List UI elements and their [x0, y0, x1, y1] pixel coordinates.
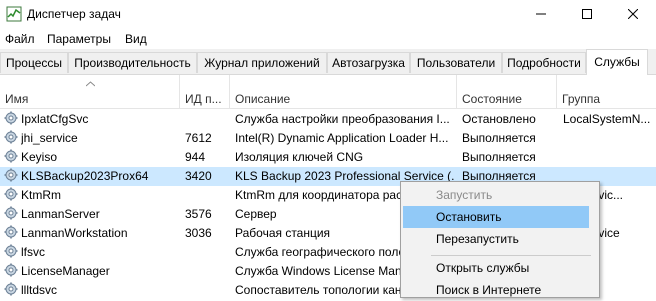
column-header-description[interactable]: Описание [230, 75, 457, 108]
service-pid: 3036 [185, 226, 212, 240]
service-pid: 3576 [185, 207, 212, 221]
maximize-button[interactable] [564, 0, 610, 28]
maximize-icon [582, 9, 592, 19]
window-title: Диспетчер задач [27, 7, 121, 21]
tab-strip: Процессы Производительность Журнал прило… [0, 49, 656, 75]
tab-details[interactable]: Подробности [502, 52, 586, 73]
service-gear-icon [4, 225, 18, 239]
service-pid: 3420 [185, 169, 212, 183]
service-name: LanmanWorkstation [21, 226, 128, 240]
service-gear-icon [4, 244, 18, 258]
table-row[interactable]: IpxlatCfgSvc Служба настройки преобразова… [0, 110, 656, 129]
service-group: LocalSystemN... [563, 112, 651, 126]
task-manager-icon [6, 6, 22, 22]
service-gear-icon [4, 263, 18, 277]
service-gear-icon [4, 149, 18, 163]
service-gear-icon [4, 130, 18, 144]
tab-performance[interactable]: Производительность [68, 52, 197, 73]
menu-file[interactable]: Файл [5, 32, 35, 46]
tab-app-history[interactable]: Журнал приложений [197, 52, 327, 73]
service-state: Выполняется [462, 150, 536, 164]
column-header-group[interactable]: Группа [557, 75, 656, 108]
service-gear-icon [4, 206, 18, 220]
table-row[interactable]: Keyiso 944 Изоляция ключей CNG Выполняется [0, 148, 656, 167]
column-header-name[interactable]: Имя [0, 75, 180, 108]
header-divider [0, 108, 656, 109]
service-description: Изоляция ключей CNG [235, 150, 364, 164]
tab-services[interactable]: Службы [586, 49, 648, 75]
service-gear-icon [4, 282, 18, 296]
menu-item-restart[interactable]: Перезапустить [403, 228, 589, 250]
menu-options[interactable]: Параметры [47, 32, 111, 46]
service-name: KtmRm [21, 188, 61, 202]
column-header-pid[interactable]: ИД п... [180, 75, 230, 108]
menu-item-search-online[interactable]: Поиск в Интернете [403, 279, 589, 301]
menu-view[interactable]: Вид [125, 32, 147, 46]
service-pid: 7612 [185, 131, 212, 145]
menu-separator [431, 255, 591, 256]
menu-item-start[interactable]: Запустить [403, 184, 589, 206]
context-menu: Запустить Остановить Перезапустить Откры… [400, 181, 600, 298]
title-bar: Диспетчер задач [0, 0, 656, 28]
menu-bar: Файл Параметры Вид [0, 30, 656, 48]
menu-item-open-services[interactable]: Открыть службы [403, 257, 589, 279]
minimize-icon [536, 13, 546, 15]
service-name: LicenseManager [21, 264, 110, 278]
minimize-button[interactable] [518, 0, 564, 28]
close-icon [628, 9, 638, 19]
service-state: Выполняется [462, 131, 536, 145]
column-header-state[interactable]: Состояние [457, 75, 557, 108]
table-row[interactable]: jhi_service 7612 Intel(R) Dynamic Applicat… [0, 129, 656, 148]
service-description: Intel(R) Dynamic Application Loader H... [235, 131, 449, 145]
service-name: KLSBackup2023Prox64 [21, 169, 149, 183]
close-button[interactable] [610, 0, 656, 28]
service-description: Служба настройки преобразования I... [235, 112, 450, 126]
service-gear-icon [4, 111, 18, 125]
menu-item-stop[interactable]: Остановить [403, 206, 589, 228]
service-name: llltdsvc [21, 283, 58, 297]
tab-startup[interactable]: Автозагрузка [327, 52, 410, 73]
tab-processes[interactable]: Процессы [0, 52, 68, 73]
service-gear-icon [4, 168, 18, 182]
service-state: Остановлено [462, 112, 536, 126]
tab-users[interactable]: Пользователи [410, 52, 502, 73]
sort-up-icon [86, 81, 95, 87]
service-name: jhi_service [21, 131, 78, 145]
service-name: LanmanServer [21, 207, 100, 221]
service-name: Keyiso [21, 150, 58, 164]
service-gear-icon [4, 187, 18, 201]
service-pid: 944 [185, 150, 206, 164]
service-name: IpxlatCfgSvc [21, 112, 89, 126]
service-name: lfsvc [21, 245, 45, 259]
